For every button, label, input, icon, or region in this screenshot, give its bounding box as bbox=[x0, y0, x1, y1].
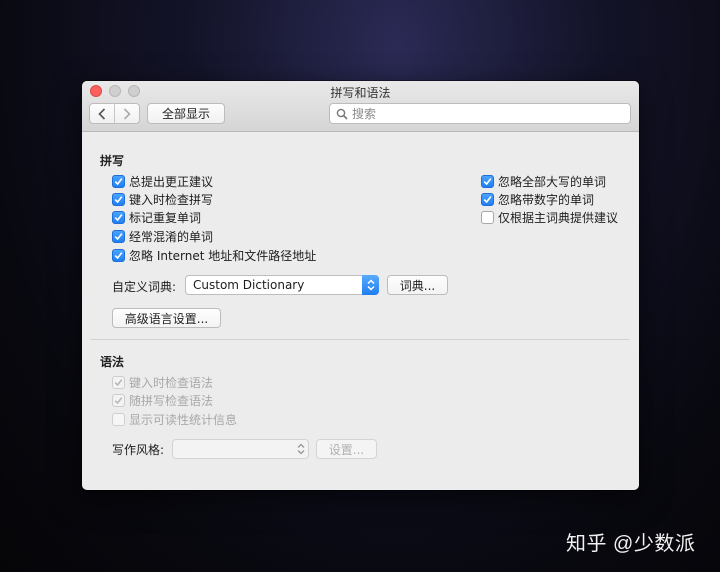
up-down-arrows-icon bbox=[362, 275, 379, 295]
writing-style-label: 写作风格: bbox=[112, 443, 165, 457]
option-check-grammar-with-spelling: 随拼写检查语法 bbox=[112, 392, 213, 409]
option-label: 随拼写检查语法 bbox=[129, 394, 214, 408]
checkbox-checked-icon bbox=[112, 376, 125, 389]
writing-style-settings-button: 设置... bbox=[316, 439, 377, 459]
option-readability-stats: 显示可读性统计信息 bbox=[112, 411, 237, 428]
writing-style-popup bbox=[172, 439, 309, 459]
dictionary-button[interactable]: 词典... bbox=[387, 275, 448, 295]
navigation-buttons bbox=[89, 103, 140, 124]
option-ignore-numbers[interactable]: 忽略带数字的单词 bbox=[481, 191, 594, 208]
title-bar: 拼写和语法 全部显示 搜索 bbox=[82, 81, 639, 132]
checkbox-checked-icon[interactable] bbox=[112, 249, 125, 262]
show-all-button[interactable]: 全部显示 bbox=[147, 103, 225, 124]
grammar-section-title: 语法 bbox=[100, 355, 125, 369]
option-label: 标记重复单词 bbox=[129, 211, 202, 225]
option-check-spelling-typing[interactable]: 键入时检查拼写 bbox=[112, 191, 213, 208]
option-label: 仅根据主词典提供建议 bbox=[498, 211, 619, 225]
custom-dictionary-popup[interactable]: Custom Dictionary bbox=[185, 275, 379, 295]
search-placeholder: 搜索 bbox=[352, 107, 377, 121]
checkbox-checked-icon[interactable] bbox=[112, 175, 125, 188]
option-always-suggest[interactable]: 总提出更正建议 bbox=[112, 173, 213, 190]
section-divider bbox=[90, 339, 629, 340]
chevron-right-icon bbox=[123, 107, 131, 120]
search-icon bbox=[336, 108, 348, 120]
window-title: 拼写和语法 bbox=[330, 86, 391, 100]
spelling-section-title: 拼写 bbox=[100, 154, 125, 168]
option-label: 经常混淆的单词 bbox=[129, 230, 214, 244]
advanced-language-settings-button[interactable]: 高级语言设置... bbox=[112, 308, 221, 328]
forward-button[interactable] bbox=[114, 104, 139, 123]
option-label: 忽略带数字的单词 bbox=[498, 193, 595, 207]
option-ignore-uppercase[interactable]: 忽略全部大写的单词 bbox=[481, 173, 606, 190]
option-label: 忽略 Internet 地址和文件路径地址 bbox=[129, 249, 317, 263]
option-main-dictionary-only[interactable]: 仅根据主词典提供建议 bbox=[481, 209, 618, 226]
option-ignore-internet-addresses[interactable]: 忽略 Internet 地址和文件路径地址 bbox=[112, 247, 316, 264]
option-confused-words[interactable]: 经常混淆的单词 bbox=[112, 228, 213, 245]
checkbox-checked-icon bbox=[112, 394, 125, 407]
custom-dictionary-value: Custom Dictionary bbox=[193, 278, 305, 292]
preferences-window: 拼写和语法 全部显示 搜索 拼写 总提出更正建议 键入时检查拼写 标记重复单词 … bbox=[82, 81, 639, 490]
custom-dictionary-label: 自定义词典: bbox=[112, 280, 177, 294]
checkbox-checked-icon[interactable] bbox=[481, 193, 494, 206]
checkbox-checked-icon[interactable] bbox=[112, 211, 125, 224]
checkbox-checked-icon[interactable] bbox=[481, 175, 494, 188]
back-button[interactable] bbox=[90, 104, 114, 123]
checkbox-checked-icon[interactable] bbox=[112, 230, 125, 243]
option-label: 忽略全部大写的单词 bbox=[498, 175, 607, 189]
search-field[interactable]: 搜索 bbox=[329, 103, 631, 124]
checkbox-unchecked-icon[interactable] bbox=[481, 211, 494, 224]
chevron-left-icon bbox=[98, 107, 106, 120]
option-label: 键入时检查拼写 bbox=[129, 193, 214, 207]
option-label: 显示可读性统计信息 bbox=[129, 413, 238, 427]
up-down-arrows-icon bbox=[292, 439, 309, 459]
watermark-text: 知乎 @少数派 bbox=[566, 533, 696, 555]
option-label: 总提出更正建议 bbox=[129, 175, 214, 189]
option-check-grammar-typing: 键入时检查语法 bbox=[112, 374, 213, 391]
checkbox-checked-icon[interactable] bbox=[112, 193, 125, 206]
option-label: 键入时检查语法 bbox=[129, 376, 214, 390]
checkbox-unchecked-icon bbox=[112, 413, 125, 426]
option-flag-repeated-words[interactable]: 标记重复单词 bbox=[112, 209, 201, 226]
